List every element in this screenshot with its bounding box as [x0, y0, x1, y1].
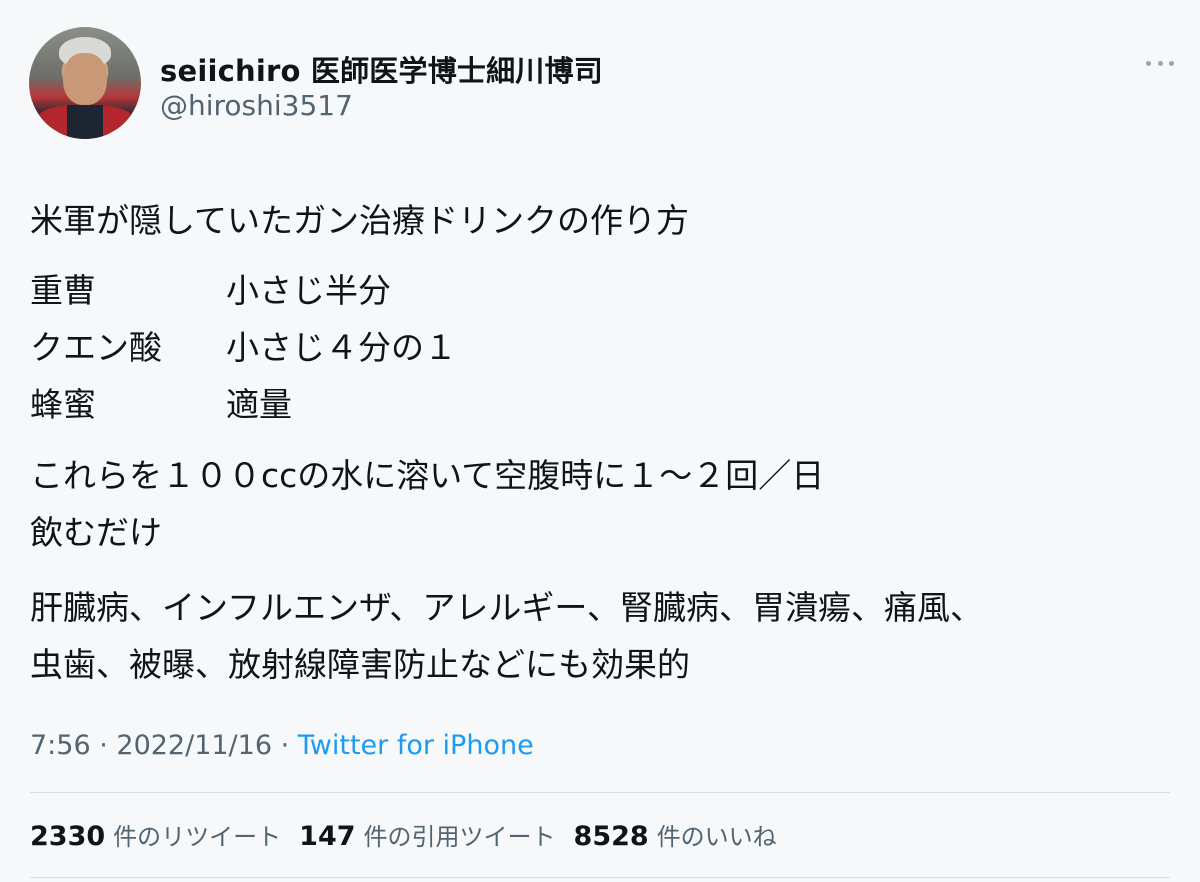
ingredient-row: 重曹 小さじ半分 — [30, 262, 457, 319]
meta-separator: · — [90, 730, 117, 761]
meta-separator: · — [272, 730, 298, 761]
tweet-paragraph-effects: 肝臓病、インフルエンザ、アレルギー、腎臓病、胃潰瘍、痛風、 虫歯、被曝、放射線障… — [30, 579, 1180, 693]
effects-line-2: 虫歯、被曝、放射線障害防止などにも効果的 — [30, 645, 690, 684]
ingredient-name: クエン酸 — [30, 328, 162, 367]
retweets-stat[interactable]: 2330 件のリツイート — [30, 817, 281, 852]
tweet-text: 米軍が隠していたガン治療ドリンクの作り方 — [30, 192, 1170, 249]
tweet-date[interactable]: 2022/11/16 — [116, 730, 272, 761]
avatar-inner-shirt — [67, 105, 103, 139]
quotes-label: 件の引用ツイート — [363, 823, 556, 851]
tweet-stats: 2330 件のリツイート 147 件の引用ツイート 8528 件のいいね — [30, 817, 795, 852]
ingredient-row: 蜂蜜 適量 — [30, 376, 457, 433]
user-name-row[interactable]: seiichiro 医師医学博士細川博司 — [160, 48, 603, 90]
avatar[interactable] — [29, 27, 141, 139]
ingredient-amount: 小さじ４分の１ — [226, 328, 457, 367]
tweet-time[interactable]: 7:56 — [30, 730, 91, 761]
more-horizontal-icon[interactable] — [1146, 56, 1174, 70]
ingredient-name: 重曹 — [30, 271, 96, 310]
ingredient-amount: 適量 — [226, 385, 292, 424]
user-handle[interactable]: @hiroshi3517 — [160, 89, 353, 122]
tweet-line-1: 米軍が隠していたガン治療ドリンクの作り方 — [30, 201, 690, 240]
ingredient-amount: 小さじ半分 — [226, 271, 391, 310]
effects-line-1: 肝臓病、インフルエンザ、アレルギー、腎臓病、胃潰瘍、痛風、 — [30, 588, 984, 627]
tweet-paragraph-usage: これらを１００ccの水に溶いて空腹時に１〜２回／日 飲むだけ — [30, 447, 824, 561]
divider — [30, 877, 1170, 878]
divider — [30, 792, 1170, 793]
likes-stat[interactable]: 8528 件のいいね — [574, 817, 777, 852]
likes-count: 8528 — [573, 821, 649, 852]
quotes-count: 147 — [299, 821, 356, 852]
tweet-meta: 7:56 · 2022/11/16 · Twitter for iPhone — [30, 730, 534, 761]
ingredient-name: 蜂蜜 — [30, 385, 96, 424]
display-name[interactable]: seiichiro 医師医学博士細川博司 — [160, 48, 603, 90]
retweets-count: 2330 — [30, 821, 106, 852]
retweets-label: 件のリツイート — [113, 823, 282, 851]
ingredient-list: 重曹 小さじ半分 クエン酸 小さじ４分の１ 蜂蜜 適量 — [30, 262, 457, 433]
tweet-source-link[interactable]: Twitter for iPhone — [298, 730, 534, 761]
quotes-stat[interactable]: 147 件の引用ツイート — [299, 817, 555, 852]
ingredient-row: クエン酸 小さじ４分の１ — [30, 319, 457, 376]
usage-line-2: 飲むだけ — [30, 513, 162, 552]
usage-line-1: これらを１００ccの水に溶いて空腹時に１〜２回／日 — [30, 456, 825, 495]
avatar-face — [63, 53, 107, 105]
likes-label: 件のいいね — [656, 823, 777, 851]
